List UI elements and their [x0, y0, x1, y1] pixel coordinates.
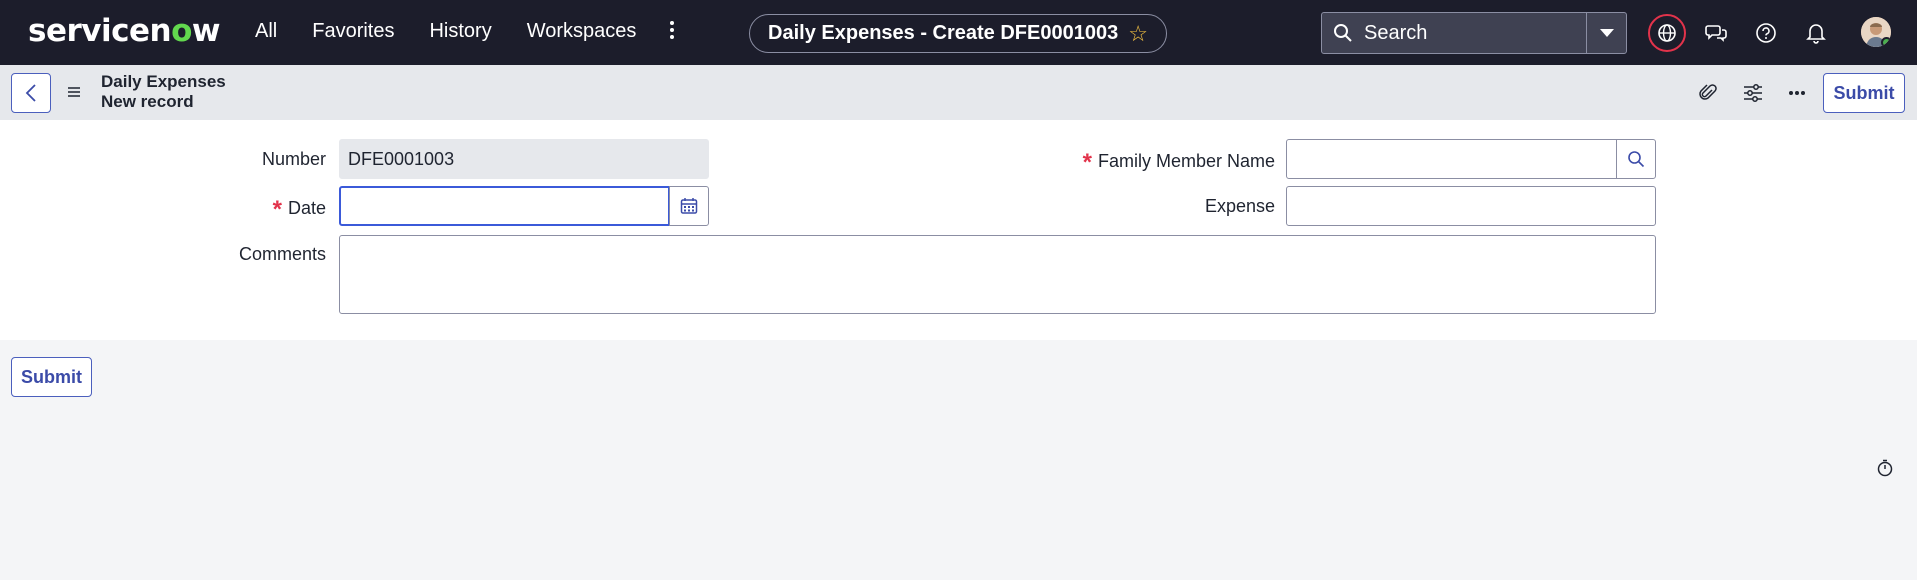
family-member-input[interactable]: [1286, 139, 1617, 179]
nav-links: All Favorites History Workspaces: [255, 20, 671, 43]
date-label-text: Date: [287, 198, 326, 218]
date-label: * Date: [200, 196, 326, 224]
date-input[interactable]: [339, 186, 670, 226]
required-indicator: *: [272, 196, 282, 223]
family-member-label-text: Family Member Name: [1097, 151, 1275, 171]
expense-label: Expense: [1204, 196, 1275, 216]
search-dropdown-icon[interactable]: [1586, 13, 1626, 53]
search-input[interactable]: Search: [1364, 22, 1586, 45]
global-search[interactable]: Search: [1321, 12, 1627, 54]
required-indicator: *: [1082, 149, 1092, 176]
personalize-settings-icon[interactable]: [1735, 75, 1771, 111]
record-form: Number DFE0001003 * Date Comments * Family…: [0, 120, 1917, 340]
expense-input[interactable]: [1286, 186, 1656, 226]
response-time-icon[interactable]: [1876, 459, 1894, 477]
lookup-search-icon: [1628, 151, 1645, 168]
nav-workspaces[interactable]: Workspaces: [527, 20, 637, 43]
form-title-subtitle: New record: [101, 92, 194, 111]
comments-label: Comments: [238, 244, 326, 264]
context-menu-icon[interactable]: [66, 82, 86, 102]
back-button[interactable]: [11, 73, 51, 113]
form-header: Daily Expenses New record Submit: [0, 65, 1917, 120]
record-title-pill[interactable]: Daily Expenses - Create DFE0001003 ☆: [749, 14, 1167, 53]
user-avatar[interactable]: [1861, 17, 1891, 47]
lookup-button[interactable]: [1616, 139, 1656, 179]
more-options-icon[interactable]: [1779, 75, 1815, 111]
submit-button-top[interactable]: Submit: [1823, 73, 1905, 113]
family-member-label: * Family Member Name: [1000, 149, 1275, 177]
servicenow-logo[interactable]: servicenow: [28, 13, 221, 49]
attachment-icon[interactable]: [1690, 75, 1726, 111]
calendar-button[interactable]: [669, 186, 709, 226]
number-field: DFE0001003: [339, 139, 709, 179]
nav-all[interactable]: All: [255, 20, 277, 43]
comments-textarea[interactable]: [339, 235, 1656, 314]
number-label: Number: [261, 149, 326, 169]
nav-history[interactable]: History: [429, 20, 491, 43]
nav-favorites[interactable]: Favorites: [312, 20, 394, 43]
submit-button-bottom[interactable]: Submit: [11, 357, 92, 397]
chat-icon[interactable]: [1697, 14, 1735, 52]
top-navigation: servicenow All Favorites History Workspa…: [0, 0, 1917, 65]
search-icon: [1322, 13, 1364, 53]
globe-icon[interactable]: [1648, 14, 1686, 52]
record-title: Daily Expenses - Create DFE0001003: [768, 22, 1119, 44]
form-title: Daily Expenses New record: [101, 72, 226, 112]
online-status-dot: [1881, 37, 1891, 47]
more-menu-icon[interactable]: [665, 20, 679, 46]
form-title-table: Daily Expenses: [101, 72, 226, 91]
calendar-icon: [680, 198, 698, 214]
notifications-bell-icon[interactable]: [1797, 14, 1835, 52]
favorite-star-icon[interactable]: ☆: [1128, 21, 1148, 47]
help-icon[interactable]: [1747, 14, 1785, 52]
